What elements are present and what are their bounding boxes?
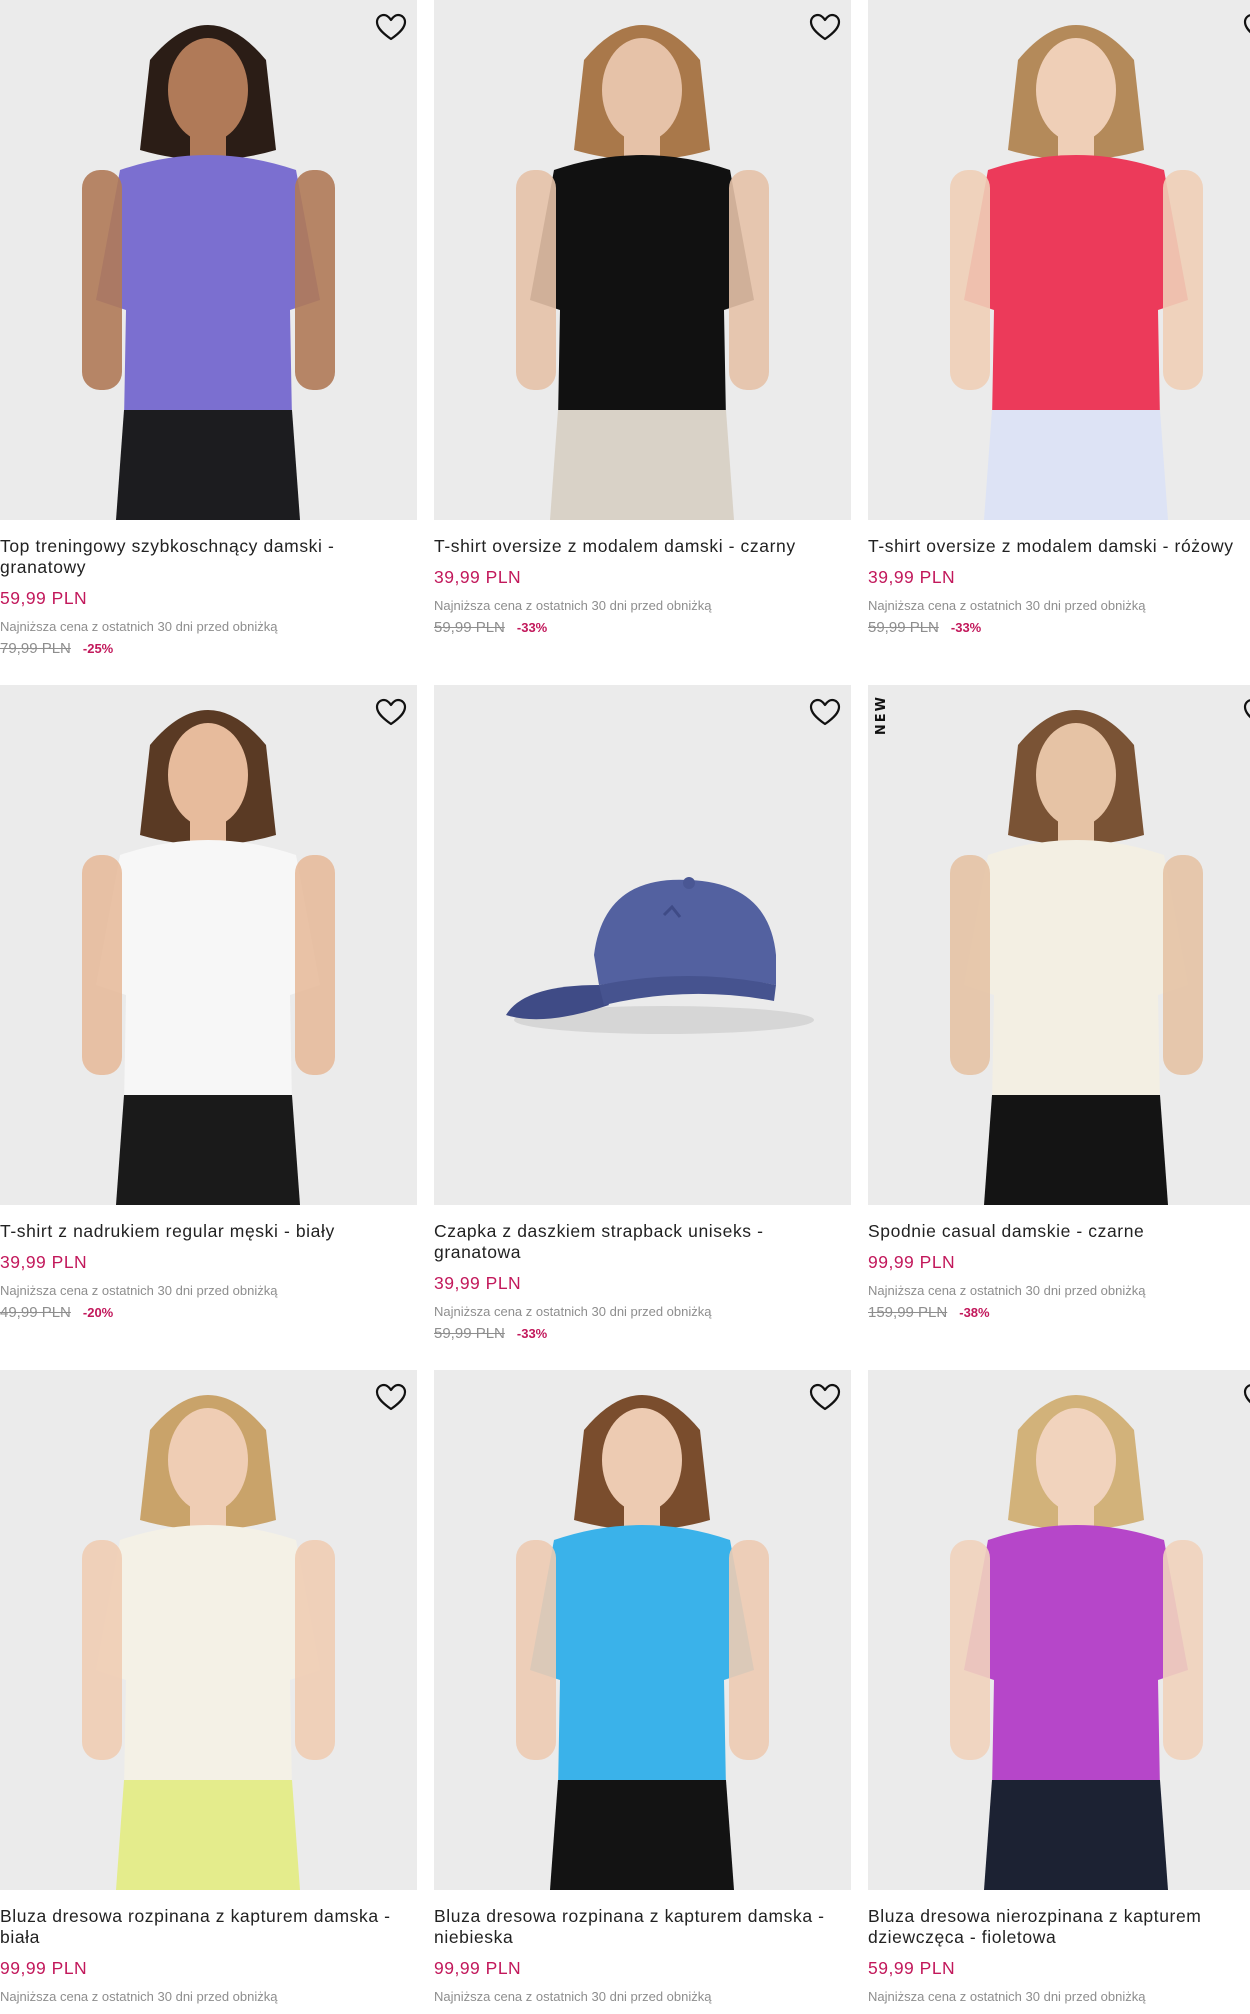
product-card[interactable]: Bluza dresowa nierozpinana z kapturem dz… — [868, 1370, 1250, 2014]
lowest-price-note: Najniższa cena z ostatnich 30 dni przed … — [434, 598, 712, 613]
product-name[interactable]: Bluza dresowa nierozpinana z kapturem dz… — [868, 1906, 1250, 1948]
model-illustration — [868, 0, 1250, 520]
product-card[interactable]: Czapka z daszkiem strapback uniseks - gr… — [434, 685, 851, 1370]
model-illustration — [0, 0, 417, 520]
old-price: 159,99 PLN — [868, 1304, 948, 1321]
product-name[interactable]: T-shirt oversize z modalem damski - czar… — [434, 536, 846, 557]
old-price-row: 59,99 PLN -33% — [868, 619, 1250, 637]
product-image[interactable] — [868, 1370, 1250, 1890]
product-price: 39,99 PLN — [868, 567, 956, 587]
favorite-button[interactable] — [1241, 1380, 1250, 1416]
product-name[interactable]: Bluza dresowa rozpinana z kapturem damsk… — [434, 1906, 846, 1948]
lowest-price-note: Najniższa cena z ostatnich 30 dni przed … — [868, 1989, 1146, 2004]
heart-outline-icon — [809, 1383, 841, 1411]
favorite-button[interactable] — [373, 10, 409, 46]
model-illustration — [868, 685, 1250, 1205]
product-grid: Top treningowy szybkoschnący damski - gr… — [0, 0, 1250, 2014]
favorite-button[interactable] — [1241, 10, 1250, 46]
product-name[interactable]: T-shirt oversize z modalem damski - różo… — [868, 536, 1250, 557]
model-illustration — [868, 1370, 1250, 1890]
product-card[interactable]: Bluza dresowa rozpinana z kapturem damsk… — [0, 1370, 417, 2014]
product-name[interactable]: Czapka z daszkiem strapback uniseks - gr… — [434, 1221, 846, 1263]
heart-outline-icon — [809, 698, 841, 726]
old-price: 59,99 PLN — [434, 619, 505, 636]
product-price: 59,99 PLN — [0, 588, 88, 608]
lowest-price-note: Najniższa cena z ostatnich 30 dni przed … — [868, 1283, 1146, 1298]
heart-outline-icon — [1243, 1384, 1250, 1404]
lowest-price-note: Najniższa cena z ostatnich 30 dni przed … — [868, 598, 1146, 613]
heart-outline-icon — [375, 698, 407, 726]
cap-illustration — [434, 685, 851, 1205]
product-image[interactable]: NEW — [868, 685, 1250, 1205]
lowest-price-note: Najniższa cena z ostatnich 30 dni przed … — [0, 619, 278, 634]
discount-badge: -33% — [950, 620, 982, 635]
model-illustration — [434, 0, 851, 520]
product-card[interactable]: T-shirt z nadrukiem regular męski - biał… — [0, 685, 417, 1370]
product-price: 59,99 PLN — [868, 1958, 956, 1978]
product-card[interactable]: NEW Spodnie casual damskie - czarne 99,99… — [868, 685, 1250, 1370]
discount-badge: -25% — [82, 641, 114, 656]
heart-outline-icon — [809, 13, 841, 41]
lowest-price-note: Najniższa cena z ostatnich 30 dni przed … — [0, 1283, 278, 1298]
old-price: 49,99 PLN — [0, 1304, 71, 1321]
old-price-row: 159,99 PLN -38% — [868, 1304, 1250, 1322]
favorite-button[interactable] — [807, 695, 843, 731]
product-name[interactable]: Spodnie casual damskie - czarne — [868, 1221, 1250, 1242]
lowest-price-note: Najniższa cena z ostatnich 30 dni przed … — [434, 1304, 712, 1319]
discount-badge: -20% — [82, 1305, 114, 1320]
product-image[interactable] — [0, 685, 417, 1205]
product-card[interactable]: Bluza dresowa rozpinana z kapturem damsk… — [434, 1370, 851, 2014]
lowest-price-note: Najniższa cena z ostatnich 30 dni przed … — [0, 1989, 278, 2004]
old-price: 59,99 PLN — [868, 619, 939, 636]
product-image[interactable] — [0, 0, 417, 520]
favorite-button[interactable] — [1241, 695, 1250, 731]
lowest-price-note: Najniższa cena z ostatnich 30 dni przed … — [434, 1989, 712, 2004]
old-price-row: 59,99 PLN -33% — [434, 1325, 851, 1343]
product-card[interactable]: T-shirt oversize z modalem damski - różo… — [868, 0, 1250, 685]
product-image[interactable] — [434, 0, 851, 520]
favorite-button[interactable] — [807, 10, 843, 46]
old-price-row: 59,99 PLN -33% — [434, 619, 851, 637]
product-image[interactable] — [434, 685, 851, 1205]
product-name[interactable]: T-shirt z nadrukiem regular męski - biał… — [0, 1221, 412, 1242]
favorite-button[interactable] — [373, 1380, 409, 1416]
product-price: 39,99 PLN — [0, 1252, 88, 1272]
model-illustration — [0, 1370, 417, 1890]
product-price: 99,99 PLN — [0, 1958, 88, 1978]
product-name[interactable]: Top treningowy szybkoschnący damski - gr… — [0, 536, 412, 578]
old-price-row: 79,99 PLN -25% — [0, 640, 417, 658]
favorite-button[interactable] — [807, 1380, 843, 1416]
model-illustration — [434, 1370, 851, 1890]
heart-outline-icon — [1243, 14, 1250, 34]
product-image[interactable] — [434, 1370, 851, 1890]
product-card[interactable]: T-shirt oversize z modalem damski - czar… — [434, 0, 851, 685]
heart-outline-icon — [375, 1383, 407, 1411]
favorite-button[interactable] — [373, 695, 409, 731]
product-image[interactable] — [868, 0, 1250, 520]
model-illustration — [0, 685, 417, 1205]
product-price: 39,99 PLN — [434, 1273, 522, 1293]
product-card[interactable]: Top treningowy szybkoschnący damski - gr… — [0, 0, 417, 685]
product-price: 39,99 PLN — [434, 567, 522, 587]
discount-badge: -33% — [516, 1326, 548, 1341]
old-price-row: 49,99 PLN -20% — [0, 1304, 417, 1322]
product-image[interactable] — [0, 1370, 417, 1890]
old-price: 59,99 PLN — [434, 1325, 505, 1342]
discount-badge: -38% — [959, 1305, 990, 1320]
heart-outline-icon — [1243, 699, 1250, 719]
product-name[interactable]: Bluza dresowa rozpinana z kapturem damsk… — [0, 1906, 412, 1948]
heart-outline-icon — [375, 13, 407, 41]
discount-badge: -33% — [516, 620, 548, 635]
new-badge: NEW — [874, 695, 889, 736]
old-price: 79,99 PLN — [0, 640, 71, 657]
product-price: 99,99 PLN — [868, 1252, 956, 1272]
product-price: 99,99 PLN — [434, 1958, 522, 1978]
